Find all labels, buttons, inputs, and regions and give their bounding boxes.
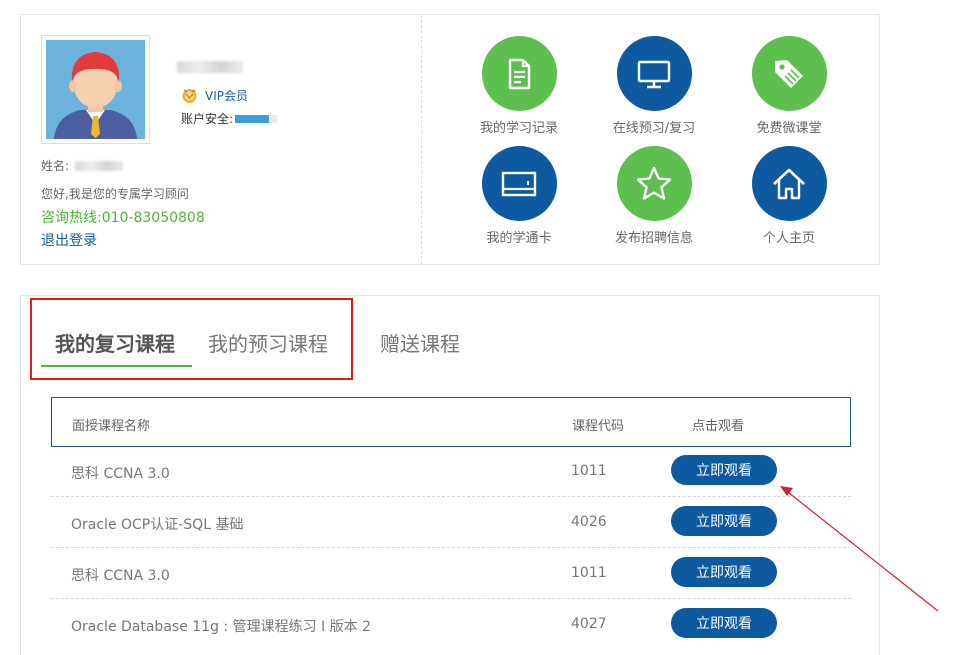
annotation-arrow xyxy=(780,486,939,612)
